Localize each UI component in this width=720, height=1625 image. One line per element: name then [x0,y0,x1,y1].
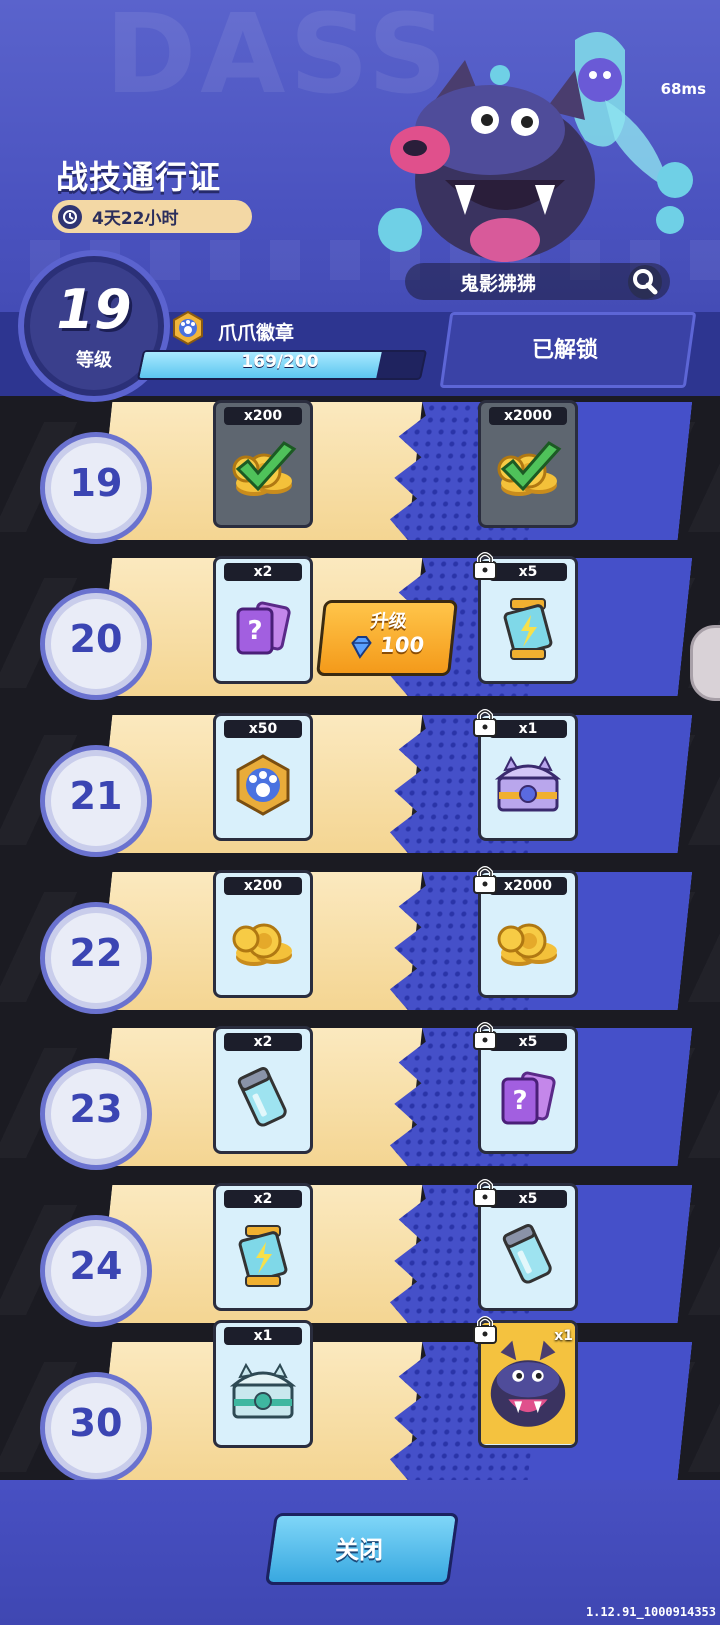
svg-text:?: ? [247,616,262,646]
mystery-cards-icon: ? [491,1061,565,1135]
reward-band [97,715,693,853]
reward-row: 19 x200 x2000 [0,392,720,544]
reward-quantity: x2 [224,563,302,581]
teal-chest-icon [226,1355,300,1429]
reward-band [97,1342,693,1480]
energy-canister-icon [491,591,565,665]
reward-quantity: x2 [224,1033,302,1051]
reward-quantity: x5 [489,1033,567,1051]
season-timer: 4天22小时 [52,200,252,233]
reward-quantity: x200 [224,407,302,425]
coins-icon [226,905,300,979]
reward-quantity: x5 [489,563,567,581]
network-ping-text: 68ms [660,80,706,98]
reward-quantity: x1 [554,1328,573,1344]
row-level-badge: 23 [40,1058,152,1170]
battery-icon [226,1061,300,1135]
side-panel-tab[interactable] [690,625,720,701]
row-level-number: 19 [69,461,123,505]
reward-row: 30 x1 x1 [0,1316,720,1484]
close-button-label: 关闭 [335,1536,383,1564]
row-level-number: 22 [69,931,123,975]
reward-row: 24 x2 x5 [0,1175,720,1327]
clock-icon [58,204,82,229]
reward-quantity: x5 [489,1190,567,1208]
reward-band [97,1028,693,1166]
lock-icon [472,1177,498,1207]
reward-quantity: x50 [224,720,302,738]
claimed-check-icon [500,441,562,492]
mystery-cards-icon: ? [226,591,300,665]
free-reward-card[interactable]: x2 [213,1183,313,1311]
hero-mascot-image [378,32,693,262]
free-reward-card[interactable]: x1 [213,1320,313,1448]
reward-band [97,872,693,1010]
gem-icon [347,635,376,659]
badge-name: 爪爪徽章 [218,322,295,344]
reward-quantity: x1 [489,720,567,738]
premium-reward-card[interactable]: x2000 [478,400,578,528]
row-level-badge: 24 [40,1215,152,1327]
upgrade-button[interactable]: 升级 100 [316,600,458,676]
search-icon[interactable] [627,264,663,300]
reward-row: 22 x200 x2000 [0,862,720,1014]
row-level-badge: 21 [40,745,152,857]
free-reward-card[interactable]: x200 [213,400,313,528]
row-level-badge: 20 [40,588,152,700]
coins-icon [491,905,565,979]
paw-badge-icon [226,748,300,822]
upgrade-label: 升级 [369,611,408,632]
xp-progress-text: 169/200 [241,352,319,372]
lock-icon [472,1314,498,1344]
reward-quantity: x2000 [489,407,567,425]
lock-icon [472,864,498,894]
upgrade-cost: 100 [379,633,426,657]
page-title: 战技通行证 [56,158,222,196]
purple-chest-icon [491,748,565,822]
row-level-badge: 30 [40,1372,152,1484]
row-level-number: 30 [69,1401,123,1445]
reward-quantity: x2000 [489,877,567,895]
reward-band [97,402,693,540]
current-level-number: 19 [56,278,132,341]
free-reward-card[interactable]: x200 [213,870,313,998]
paw-badge-icon [173,310,203,346]
lock-icon [472,707,498,737]
free-reward-card[interactable]: x50 [213,713,313,841]
row-level-number: 20 [69,617,123,661]
row-level-number: 21 [69,774,123,818]
lock-icon [472,550,498,580]
reward-quantity: x2 [224,1190,302,1208]
reward-quantity: x200 [224,877,302,895]
lock-icon [472,1020,498,1050]
free-reward-card[interactable]: x2 [213,1026,313,1154]
free-reward-card[interactable]: x2? [213,556,313,684]
reward-row: 23 x2 x5? [0,1018,720,1170]
reward-row: 20 x2? x5 升级 100 [0,548,720,700]
timer-text: 4天22小时 [92,209,179,229]
battery-icon [491,1218,565,1292]
row-level-badge: 22 [40,902,152,1014]
hero-name-label: 鬼影狒狒 [460,273,537,295]
row-level-number: 24 [69,1244,123,1288]
version-text: 1.12.91_1000914353 [585,1605,716,1619]
reward-band [97,1185,693,1323]
reward-row: 21 x50 x1 [0,705,720,857]
energy-canister-icon [226,1218,300,1292]
premium-unlocked-label: 已解锁 [531,338,598,363]
row-level-number: 23 [69,1087,123,1131]
reward-quantity: x1 [224,1327,302,1345]
svg-text:?: ? [512,1086,527,1116]
claimed-check-icon [235,441,297,492]
row-level-badge: 19 [40,432,152,544]
